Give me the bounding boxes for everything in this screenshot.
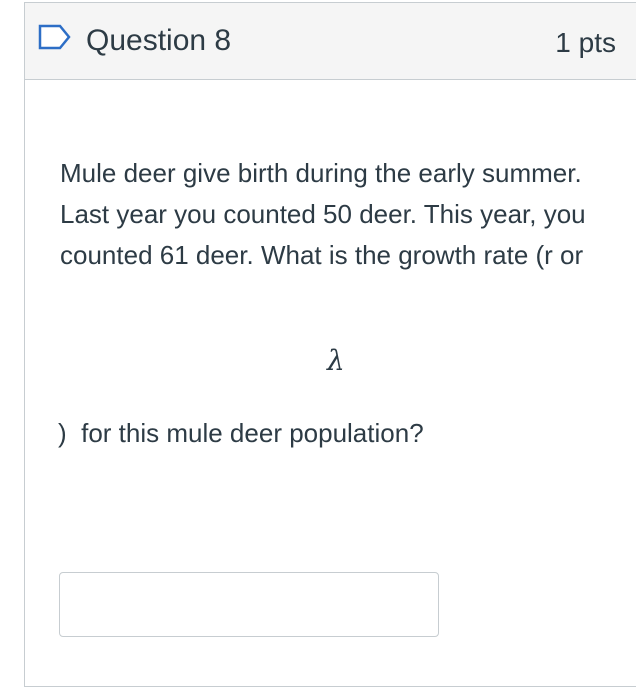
flag-icon[interactable] [38,24,72,50]
question-header: Question 8 1 pts [25,3,636,80]
question-text: Mule deer give birth during the early su… [60,158,586,270]
answer-input[interactable] [59,572,439,637]
question-text-continued: ) for this mule deer population? [58,418,424,448]
question-points: 1 pts [555,27,616,58]
lambda-symbol: λ [327,344,345,377]
question-title: Question 8 [86,24,232,57]
question-card: Question 8 1 pts Mule deer give birth du… [24,2,636,687]
